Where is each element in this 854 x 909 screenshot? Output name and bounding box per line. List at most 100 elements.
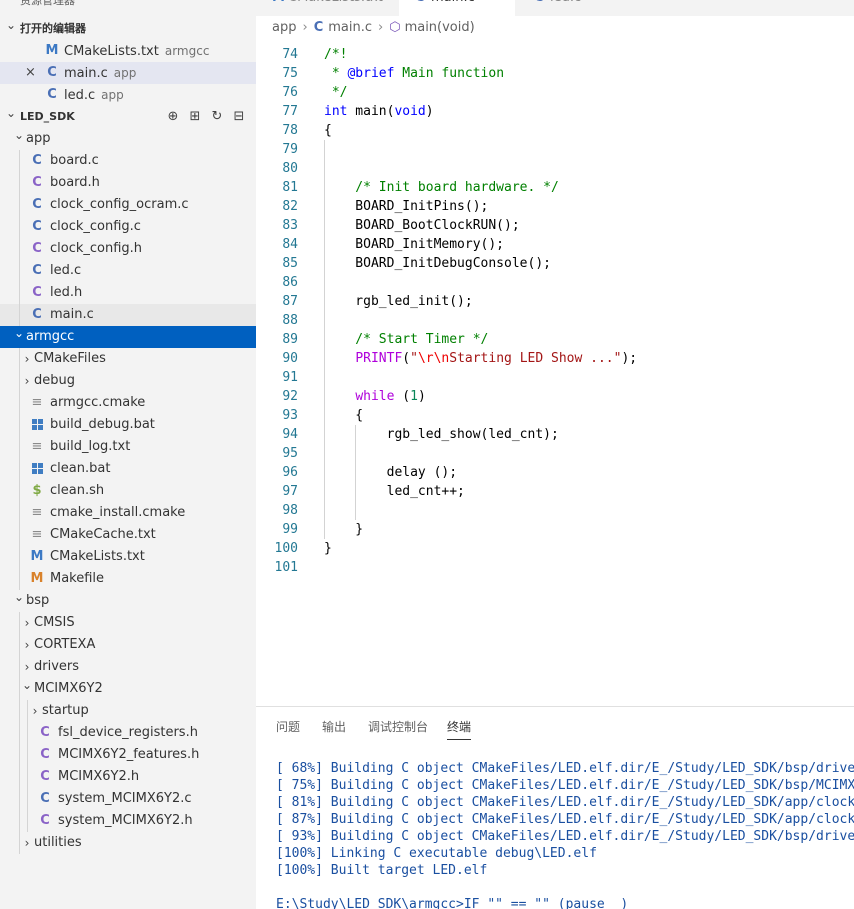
tree-item[interactable]: › startup: [0, 700, 256, 722]
breadcrumb: app › Cmain.c › ⬡ main(void): [272, 18, 475, 38]
tree-item[interactable]: ≡ armgcc.cmake: [0, 392, 256, 414]
tree-item[interactable]: Csystem_MCIMX6Y2.c: [0, 788, 256, 810]
tree-item[interactable]: › CMSIS: [0, 612, 256, 634]
tree-item[interactable]: › CMakeFiles: [0, 348, 256, 370]
terminal-line: [ 87%] Building C object CMakeFiles/LED.…: [276, 812, 854, 827]
tree-item[interactable]: › utilities: [0, 832, 256, 854]
header-file-icon: C: [40, 725, 50, 740]
breadcrumb-folder[interactable]: app: [272, 20, 296, 35]
breadcrumb-symbol[interactable]: main(void): [405, 20, 475, 35]
code-line[interactable]: 93 {: [256, 406, 854, 425]
open-editor-item[interactable]: M CMakeLists.txt armgcc: [0, 40, 256, 62]
tree-item[interactable]: ≡ CMakeCache.txt: [0, 524, 256, 546]
open-editor-item[interactable]: Cled.c app: [0, 84, 256, 106]
tree-item[interactable]: › drivers: [0, 656, 256, 678]
line-number: 96: [282, 465, 298, 480]
editor-tab[interactable]: Cled.c: [518, 0, 638, 16]
code-text: /* Init board hardware. */: [324, 180, 559, 195]
code-line[interactable]: 90 PRINTF("\r\nStarting LED Show ...");: [256, 349, 854, 368]
header-file-icon: C: [32, 175, 42, 190]
code-line[interactable]: 91: [256, 368, 854, 387]
header-file-icon: C: [40, 769, 50, 784]
code-line[interactable]: 77 int main(void): [256, 102, 854, 121]
line-number: 93: [282, 408, 298, 423]
code-line[interactable]: 92 while (1): [256, 387, 854, 406]
tree-item[interactable]: clean.bat: [0, 458, 256, 480]
code-line[interactable]: 76 */: [256, 83, 854, 102]
tree-item[interactable]: Cfsl_device_registers.h: [0, 722, 256, 744]
code-line[interactable]: 94 rgb_led_show(led_cnt);: [256, 425, 854, 444]
tree-item[interactable]: Csystem_MCIMX6Y2.h: [0, 810, 256, 832]
folder-label: CORTEXA: [34, 637, 96, 652]
line-number: 87: [282, 294, 298, 309]
open-editors-title: 打开的编辑器: [20, 22, 86, 35]
tree-item[interactable]: Cled.h: [0, 282, 256, 304]
tree-item[interactable]: ≡ build_log.txt: [0, 436, 256, 458]
code-line[interactable]: 100}: [256, 539, 854, 558]
code-line[interactable]: 83 BOARD_BootClockRUN();: [256, 216, 854, 235]
tree-item[interactable]: ⌄ armgcc: [0, 326, 256, 348]
code-line[interactable]: 80: [256, 159, 854, 178]
new-folder-icon[interactable]: ⊞: [184, 106, 206, 128]
tree-item[interactable]: build_debug.bat: [0, 414, 256, 436]
tree-item[interactable]: M CMakeLists.txt: [0, 546, 256, 568]
tree-item[interactable]: ≡ cmake_install.cmake: [0, 502, 256, 524]
refresh-icon[interactable]: ↻: [206, 106, 228, 128]
code-line[interactable]: 97 led_cnt++;: [256, 482, 854, 501]
collapse-all-icon[interactable]: ⊟: [228, 106, 250, 128]
breadcrumb-file[interactable]: main.c: [328, 20, 372, 35]
more-actions-icon[interactable]: ···: [226, 0, 241, 5]
code-line[interactable]: 84 BOARD_InitMemory();: [256, 235, 854, 254]
tree-item[interactable]: Cled.c: [0, 260, 256, 282]
panel-tab[interactable]: 输出: [322, 718, 346, 735]
tree-item[interactable]: ⌄ MCIMX6Y2: [0, 678, 256, 700]
tree-item[interactable]: $ clean.sh: [0, 480, 256, 502]
open-editors-header[interactable]: ⌄ 打开的编辑器: [0, 18, 256, 40]
editor-tab[interactable]: Cmain.c×: [399, 0, 515, 16]
code-line[interactable]: 88: [256, 311, 854, 330]
editor-tab[interactable]: MCMakeLists.txt: [256, 0, 396, 16]
code-line[interactable]: 99 }: [256, 520, 854, 539]
tree-item[interactable]: Cboard.h: [0, 172, 256, 194]
code-line[interactable]: 79: [256, 140, 854, 159]
code-line[interactable]: 78 {: [256, 121, 854, 140]
tree-item[interactable]: Cclock_config_ocram.c: [0, 194, 256, 216]
tree-item[interactable]: Cmain.c: [0, 304, 256, 326]
tree-item[interactable]: › debug: [0, 370, 256, 392]
code-line[interactable]: 101: [256, 558, 854, 577]
code-line[interactable]: 96 delay ();: [256, 463, 854, 482]
code-text: BOARD_InitMemory();: [324, 237, 505, 252]
code-line[interactable]: 85 BOARD_InitDebugConsole();: [256, 254, 854, 273]
tree-item[interactable]: Cboard.c: [0, 150, 256, 172]
tree-item[interactable]: Cclock_config.h: [0, 238, 256, 260]
panel-tab[interactable]: 终端: [447, 718, 472, 740]
code-text: * @brief Main function: [324, 66, 505, 81]
code-line[interactable]: 98: [256, 501, 854, 520]
terminal-output[interactable]: [ 68%] Building C object CMakeFiles/LED.…: [276, 760, 854, 909]
tree-item[interactable]: › CORTEXA: [0, 634, 256, 656]
panel-tab[interactable]: 调试控制台: [368, 718, 428, 735]
panel-tab[interactable]: 问题: [276, 718, 300, 735]
code-line[interactable]: 86: [256, 273, 854, 292]
project-header[interactable]: ⌄ LED_SDK ⊕ ⊞ ↻ ⊟: [0, 106, 256, 128]
line-number: 82: [282, 199, 298, 214]
code-line[interactable]: 74 /*!: [256, 45, 854, 64]
code-line[interactable]: 89 /* Start Timer */: [256, 330, 854, 349]
code-line[interactable]: 75 * @brief Main function: [256, 64, 854, 83]
tree-item[interactable]: M Makefile: [0, 568, 256, 590]
tree-item[interactable]: ⌄ app: [0, 128, 256, 150]
new-file-icon[interactable]: ⊕: [162, 106, 184, 128]
close-icon[interactable]: ×: [25, 62, 36, 84]
tree-item[interactable]: C MCIMX6Y2.h: [0, 766, 256, 788]
file-label: system_MCIMX6Y2.c: [58, 791, 192, 806]
tree-item[interactable]: C MCIMX6Y2_features.h: [0, 744, 256, 766]
tree-item[interactable]: Cclock_config.c: [0, 216, 256, 238]
open-editor-item[interactable]: × Cmain.c app: [0, 62, 256, 84]
tree-item[interactable]: ⌄ bsp: [0, 590, 256, 612]
file-label: main.c: [50, 307, 94, 322]
code-line[interactable]: 87 rgb_led_init();: [256, 292, 854, 311]
code-line[interactable]: 82 BOARD_InitPins();: [256, 197, 854, 216]
code-line[interactable]: 81 /* Init board hardware. */: [256, 178, 854, 197]
code-line[interactable]: 95: [256, 444, 854, 463]
c-file-icon: C: [32, 219, 42, 234]
